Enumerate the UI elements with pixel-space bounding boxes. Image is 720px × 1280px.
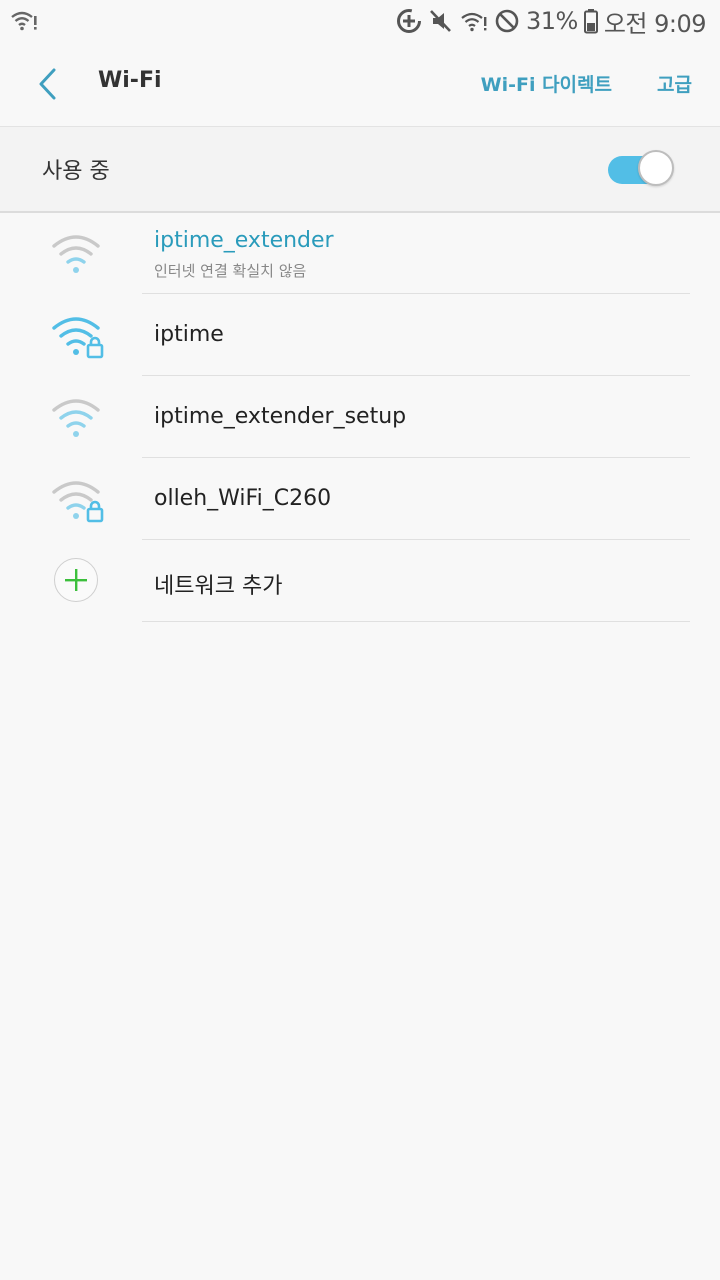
back-arrow-icon [39, 68, 56, 100]
back-button[interactable] [28, 62, 68, 106]
wifi-signal-icon [460, 9, 488, 33]
network-name: iptime_extender [154, 228, 334, 253]
battery-percent: 31% [525, 7, 578, 35]
status-bar: 31% 오전 9:09 [0, 0, 720, 42]
advanced-button[interactable]: 고급 [657, 70, 692, 97]
network-name: iptime [154, 322, 224, 347]
status-right-group: 31% 오전 9:09 [396, 4, 707, 38]
wifi-signal-icon [50, 394, 106, 444]
wifi-secured-icon [50, 312, 106, 362]
divider [142, 621, 690, 622]
wifi-settings-screen: 31% 오전 9:09 Wi-Fi Wi-Fi 다이렉트 고급 사용 중 ipt… [0, 0, 720, 1280]
app-bar: Wi-Fi Wi-Fi 다이렉트 고급 [0, 42, 720, 127]
network-status: 인터넷 연결 확실치 않음 [154, 262, 307, 280]
battery-icon [583, 8, 598, 34]
master-switch-label: 사용 중 [42, 159, 110, 184]
data-saver-icon [396, 8, 422, 34]
page-title: Wi-Fi [98, 68, 162, 93]
network-item-olleh-wifi-c260[interactable]: olleh_WiFi_C260 [0, 458, 720, 540]
wifi-notification-icon [10, 10, 38, 32]
wifi-secured-icon [50, 476, 106, 526]
add-network-icon [54, 558, 98, 602]
clock: 오전 9:09 [603, 9, 707, 38]
mute-icon [428, 8, 454, 34]
network-list: iptime_extender 인터넷 연결 확실치 않음 iptime ipt… [0, 212, 720, 622]
wifi-direct-button[interactable]: Wi-Fi 다이렉트 [481, 70, 612, 97]
wifi-signal-icon [50, 230, 106, 280]
network-item-iptime-extender-setup[interactable]: iptime_extender_setup [0, 376, 720, 458]
wifi-toggle-switch[interactable] [608, 149, 674, 189]
network-item-iptime-extender[interactable]: iptime_extender 인터넷 연결 확실치 않음 [0, 212, 720, 294]
toggle-knob [638, 150, 674, 186]
add-network-label: 네트워크 추가 [154, 574, 283, 599]
network-name: olleh_WiFi_C260 [154, 486, 332, 511]
wifi-master-switch-row[interactable]: 사용 중 [0, 127, 720, 213]
add-network-item[interactable]: 네트워크 추가 [0, 540, 720, 622]
no-sim-icon [494, 8, 520, 34]
network-item-iptime[interactable]: iptime [0, 294, 720, 376]
network-name: iptime_extender_setup [154, 404, 407, 429]
